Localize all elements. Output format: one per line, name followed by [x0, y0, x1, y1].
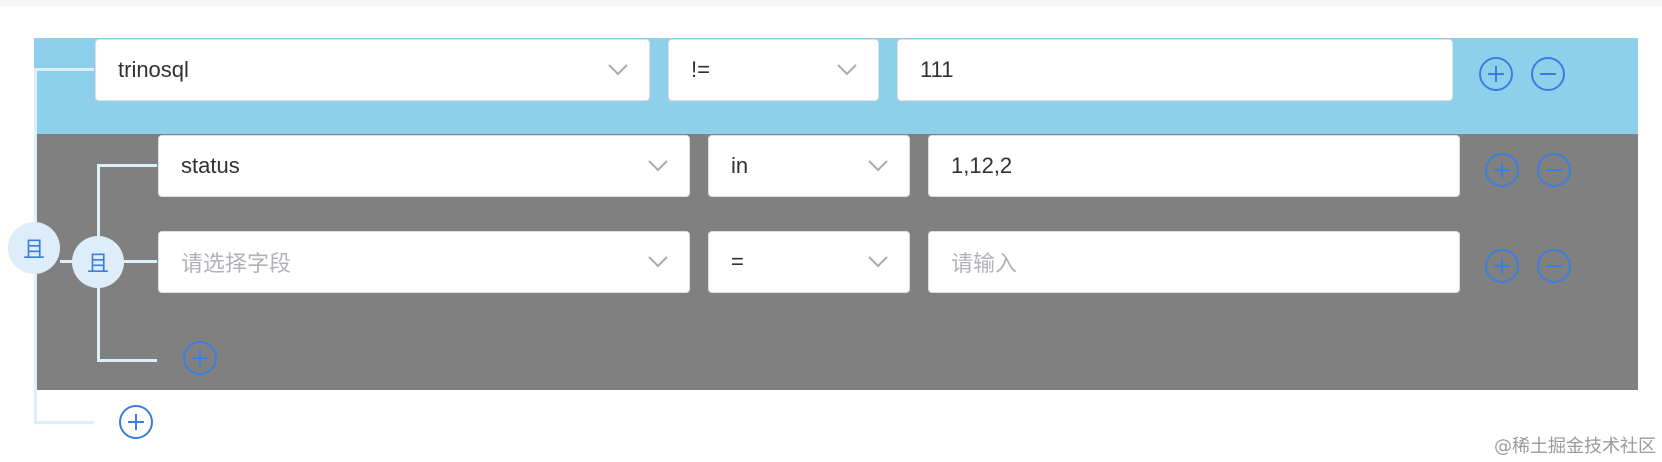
root-value-text: 111 [920, 57, 954, 82]
group-row1-remove-button[interactable] [1536, 152, 1572, 188]
top-divider [0, 0, 1662, 6]
group-row2-operator-select[interactable]: = [708, 231, 910, 293]
group-add-condition-button[interactable] [182, 340, 218, 376]
group-row2-remove-button[interactable] [1536, 248, 1572, 284]
minus-circle-icon [1537, 153, 1571, 187]
minus-circle-icon [1531, 57, 1565, 91]
chevron-down-icon [607, 63, 629, 77]
group-row2-field-select[interactable]: 请选择字段 [158, 231, 690, 293]
chevron-down-icon [867, 255, 889, 269]
plus-circle-icon [1479, 57, 1513, 91]
plus-circle-icon [1485, 249, 1519, 283]
root-field-value: trinosql [118, 57, 189, 82]
group-connector-bottom-h [97, 359, 157, 362]
group-row2-value-placeholder: 请输入 [951, 252, 1018, 277]
group-connector-mid-h [124, 260, 157, 263]
group-logic-badge[interactable]: 且 [72, 236, 124, 288]
chevron-down-icon [647, 255, 669, 269]
plus-circle-icon [183, 341, 217, 375]
group-connector-top-h [97, 164, 157, 167]
watermark: @稀土掘金技术社区 [1494, 436, 1656, 457]
group-row2-field-placeholder: 请选择字段 [181, 252, 292, 277]
minus-circle-icon [1537, 249, 1571, 283]
group-row1-field-select[interactable]: status [158, 135, 690, 197]
root-value-input[interactable]: 111 [897, 39, 1453, 101]
root-operator-select[interactable]: != [668, 39, 879, 101]
chevron-down-icon [647, 159, 669, 173]
group-row2-operator-value: = [731, 249, 744, 274]
group-row1-value-text: 1,12,2 [951, 153, 1013, 178]
plus-circle-icon [1485, 153, 1519, 187]
root-add-condition-button[interactable] [118, 404, 154, 440]
group-row1-add-button[interactable] [1484, 152, 1520, 188]
plus-circle-icon [119, 405, 153, 439]
group-row2-value-input[interactable]: 请输入 [928, 231, 1460, 293]
group-row1-field-value: status [181, 153, 240, 178]
group-row1-operator-value: in [731, 153, 749, 178]
root-connector-top-h [34, 68, 94, 71]
chevron-down-icon [836, 63, 858, 77]
chevron-down-icon [867, 159, 889, 173]
root-field-select[interactable]: trinosql [95, 39, 650, 101]
group-row1-operator-select[interactable]: in [708, 135, 910, 197]
root-logic-badge[interactable]: 且 [8, 222, 60, 274]
root-operator-value: != [691, 57, 710, 82]
add-condition-button[interactable] [1478, 56, 1514, 92]
group-row2-add-button[interactable] [1484, 248, 1520, 284]
rule-builder: 且 且 trinosql != 111 status in 1,12,2 请选择… [0, 0, 1662, 462]
root-connector-bottom-h [34, 421, 94, 424]
group-row1-value-input[interactable]: 1,12,2 [928, 135, 1460, 197]
remove-condition-button[interactable] [1530, 56, 1566, 92]
